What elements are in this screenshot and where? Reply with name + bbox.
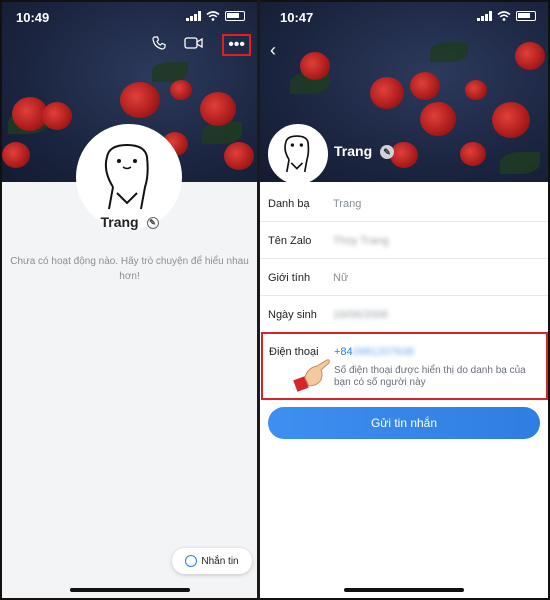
edit-name-icon[interactable]: ✎ bbox=[146, 217, 159, 230]
empty-activity-message: Chưa có hoạt động nào. Hãy trò chuyện để… bbox=[10, 256, 249, 282]
info-value: Nữ bbox=[333, 272, 349, 284]
message-button-label: Nhắn tin bbox=[201, 555, 239, 567]
info-list: Danh bạ Trang Tên Zalo Thùy Trang Giới t… bbox=[260, 185, 548, 400]
info-label: Ngày sinh bbox=[268, 309, 317, 321]
status-bar: 10:49 bbox=[2, 2, 257, 32]
info-label: Tên Zalo bbox=[268, 235, 312, 247]
phone-number[interactable]: +840981207638 bbox=[334, 346, 414, 358]
more-options-icon[interactable]: ••• bbox=[222, 34, 251, 56]
phone-number-hidden: 0981207638 bbox=[352, 346, 414, 358]
chat-icon bbox=[185, 555, 198, 567]
home-indicator bbox=[344, 588, 464, 592]
signal-icon bbox=[477, 11, 492, 21]
battery-icon bbox=[225, 11, 245, 21]
status-time: 10:47 bbox=[280, 10, 314, 25]
home-indicator bbox=[70, 588, 190, 592]
message-button[interactable]: Nhắn tin bbox=[172, 548, 252, 574]
info-label: Giới tính bbox=[268, 272, 311, 284]
edit-name-icon[interactable]: ✎ bbox=[380, 145, 395, 160]
info-row-contact: Danh bạ Trang bbox=[260, 185, 548, 222]
call-icon[interactable] bbox=[152, 35, 166, 55]
info-value: 16/06/2006 bbox=[333, 309, 389, 321]
phone-note: Số điện thoại được hiển thị do danh bạ c… bbox=[334, 365, 526, 388]
avatar[interactable] bbox=[268, 124, 328, 184]
info-value: Trang bbox=[333, 198, 362, 210]
video-call-icon[interactable] bbox=[184, 36, 204, 55]
info-row-birthday: Ngày sinh 16/06/2006 bbox=[260, 296, 548, 333]
status-bar: 10:47 bbox=[260, 2, 548, 32]
signal-icon bbox=[186, 11, 201, 21]
wifi-icon bbox=[206, 11, 220, 21]
profile-screen-left: 10:49 ••• Trang ✎ Chưa có hoạt động nào.… bbox=[2, 2, 257, 598]
status-time: 10:49 bbox=[16, 10, 50, 25]
profile-name-text: Trang bbox=[100, 214, 139, 230]
back-icon[interactable]: ‹ bbox=[270, 40, 276, 61]
battery-icon bbox=[516, 11, 536, 21]
info-row-gender: Giới tính Nữ bbox=[260, 259, 548, 296]
info-label: Danh bạ bbox=[268, 198, 310, 210]
pointing-hand-icon bbox=[293, 354, 331, 394]
send-message-button[interactable]: Gửi tin nhắn bbox=[268, 407, 540, 439]
profile-name-text: Trang bbox=[334, 143, 373, 159]
phone-number-section: Điện thoại +840981207638 Số điện thoại đ… bbox=[261, 332, 548, 400]
info-value: Thùy Trang bbox=[333, 235, 389, 247]
phone-prefix: +84 bbox=[334, 346, 353, 358]
profile-screen-right: 10:47 ‹ Trang ✎ Danh bạ Trang Tên Zalo T… bbox=[260, 2, 548, 598]
profile-name: Trang ✎ bbox=[2, 214, 257, 230]
wifi-icon bbox=[497, 11, 511, 21]
profile-name: Trang ✎ bbox=[334, 143, 395, 160]
info-row-zalo-name: Tên Zalo Thùy Trang bbox=[260, 222, 548, 259]
